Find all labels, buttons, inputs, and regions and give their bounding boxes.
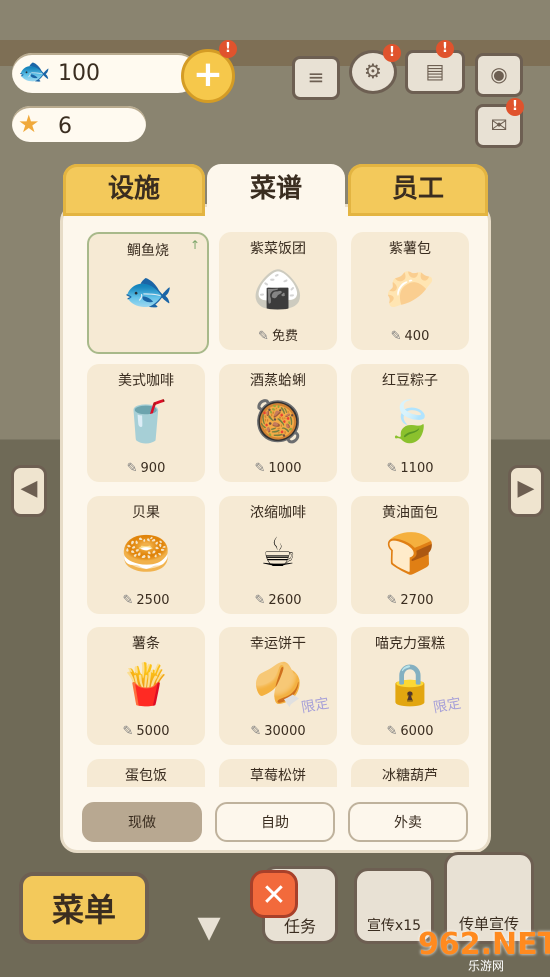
bagel-icon: 🥯 bbox=[121, 531, 171, 577]
espresso-icon: ☕ bbox=[260, 530, 296, 576]
fish-icon: ✎ bbox=[258, 329, 269, 344]
recipe-card-strawberry-muffin[interactable]: 草莓松饼 bbox=[219, 759, 337, 787]
recipe-price: ✎ 2700 bbox=[386, 593, 434, 608]
recipe-card-locked-cake[interactable]: 喵克力蛋糕 🔒 限定 ✎ 6000 bbox=[351, 627, 469, 745]
recipe-card-espresso[interactable]: 浓缩咖啡 ☕ ✎ 2600 bbox=[219, 496, 337, 614]
recipe-name: 紫薯包 bbox=[389, 241, 431, 257]
recipe-card-bagel[interactable]: 贝果 🥯 ✎ 2500 bbox=[87, 496, 205, 614]
recipe-price: ✎ 免费 bbox=[258, 329, 298, 344]
fish-icon: ✎ bbox=[126, 461, 138, 476]
watermark: 962.NET 乐游网 bbox=[418, 923, 550, 973]
taiyaki-icon: 🐟 bbox=[123, 269, 173, 315]
fish-icon: ✎ bbox=[386, 593, 398, 608]
fish-icon: ✎ bbox=[250, 724, 262, 739]
onigiri-icon: 🍙 bbox=[253, 267, 303, 313]
fish-count: 100 bbox=[58, 61, 100, 86]
recipe-name: 蛋包饭 bbox=[125, 768, 167, 784]
fish-icon: ✎ bbox=[254, 593, 266, 608]
recipe-card-purple-bun[interactable]: 紫薯包 🥟 ✎ 400 bbox=[351, 232, 469, 350]
recipe-price: ✎ 400 bbox=[390, 329, 430, 344]
fish-icon: ✎ bbox=[386, 461, 398, 476]
camera-icon[interactable]: ◉ bbox=[475, 53, 523, 97]
recipe-price: ✎ 5000 bbox=[122, 724, 170, 739]
notification-badge: ! bbox=[436, 40, 454, 58]
recipe-price: ✎ 2500 bbox=[122, 593, 170, 608]
star-icon: ★ bbox=[18, 110, 40, 138]
butter-bread-icon: 🍞 bbox=[385, 531, 435, 577]
tab-recipes[interactable]: 菜谱 bbox=[207, 164, 345, 216]
recipe-card-tanghulu[interactable]: 冰糖葫芦 bbox=[351, 759, 469, 787]
recipe-price: ✎ 30000 bbox=[250, 724, 306, 739]
fish-icon: 🐟 bbox=[18, 57, 51, 87]
chevron-down-icon[interactable]: ▼ bbox=[186, 910, 232, 945]
watermark-sub: 乐游网 bbox=[468, 959, 505, 973]
recipe-price: ✎ 2600 bbox=[254, 593, 302, 608]
recipe-price: ✎ 6000 bbox=[386, 724, 434, 739]
recipe-card-omurice[interactable]: 蛋包饭 bbox=[87, 759, 205, 787]
recipe-price: ✎ 1100 bbox=[386, 461, 434, 476]
fish-icon: ✎ bbox=[122, 724, 134, 739]
book-icon[interactable]: ▤ bbox=[405, 50, 465, 94]
star-count: 6 bbox=[58, 114, 72, 139]
limited-label: 限定 bbox=[431, 695, 463, 717]
recipe-card-clams[interactable]: 酒蒸蛤蜊 🥘 ✎ 1000 bbox=[219, 364, 337, 482]
recipe-card-taiyaki[interactable]: 鲷鱼烧 ↑ 🐟 bbox=[87, 232, 209, 354]
iced-coffee-icon: 🥤 bbox=[121, 399, 171, 445]
fish-icon: ✎ bbox=[122, 593, 134, 608]
recipe-price: ✎ 900 bbox=[126, 461, 166, 476]
recipe-price: ✎ 1000 bbox=[254, 461, 302, 476]
purple-bun-icon: 🥟 bbox=[385, 267, 435, 313]
menu-button[interactable]: 菜单 bbox=[19, 872, 149, 944]
tab-facilities[interactable]: 设施 bbox=[63, 164, 205, 216]
notification-badge: ! bbox=[506, 98, 524, 116]
clams-icon: 🥘 bbox=[253, 399, 303, 445]
notification-badge: ! bbox=[383, 44, 401, 62]
mode-delivery[interactable]: 外卖 bbox=[348, 802, 468, 842]
fish-currency-counter: 🐟 100 bbox=[12, 53, 198, 93]
recipe-name: 浓缩咖啡 bbox=[250, 505, 306, 521]
upgrade-arrow-icon: ↑ bbox=[189, 238, 200, 252]
next-arrow-icon[interactable]: ▶ bbox=[508, 465, 544, 517]
recipe-name: 贝果 bbox=[132, 505, 160, 521]
notification-badge: ! bbox=[219, 40, 237, 58]
tab-staff[interactable]: 员工 bbox=[348, 164, 488, 216]
recipe-name: 美式咖啡 bbox=[118, 373, 174, 389]
recipe-name: 黄油面包 bbox=[382, 505, 438, 521]
recipe-name: 红豆粽子 bbox=[382, 373, 438, 389]
recipe-name: 草莓松饼 bbox=[250, 768, 306, 784]
limited-label: 限定 bbox=[299, 695, 331, 717]
prev-arrow-icon[interactable]: ◀ bbox=[11, 465, 47, 517]
fries-icon: 🍟 bbox=[121, 662, 171, 708]
recipe-card-onigiri[interactable]: 紫菜饭团 🍙 ✎ 免费 bbox=[219, 232, 337, 350]
recipe-name: 喵克力蛋糕 bbox=[375, 636, 445, 652]
fish-icon: ✎ bbox=[254, 461, 266, 476]
recipe-name: 紫菜饭团 bbox=[250, 241, 306, 257]
recipe-card-butter-bread[interactable]: 黄油面包 🍞 ✎ 2700 bbox=[351, 496, 469, 614]
fish-icon: ✎ bbox=[386, 724, 398, 739]
ranking-icon[interactable]: ≡ bbox=[292, 56, 340, 100]
recipe-name: 幸运饼干 bbox=[250, 636, 306, 652]
mode-self-service[interactable]: 自助 bbox=[215, 802, 335, 842]
recipe-card-fortune-cookie[interactable]: 幸运饼干 🥠 限定 ✎ 30000 bbox=[219, 627, 337, 745]
recipe-name: 酒蒸蛤蜊 bbox=[250, 373, 306, 389]
star-counter: ★ 6 bbox=[12, 106, 146, 142]
recipe-name: 冰糖葫芦 bbox=[382, 768, 438, 784]
recipe-card-iced-coffee[interactable]: 美式咖啡 🥤 ✎ 900 bbox=[87, 364, 205, 482]
recipe-card-fries[interactable]: 薯条 🍟 ✎ 5000 bbox=[87, 627, 205, 745]
fish-icon: ✎ bbox=[390, 329, 402, 344]
recipe-name: 薯条 bbox=[132, 636, 160, 652]
recipe-card-zongzi[interactable]: 红豆粽子 🍃 ✎ 1100 bbox=[351, 364, 469, 482]
close-button[interactable]: ✕ bbox=[250, 870, 298, 918]
mode-made-to-order[interactable]: 现做 bbox=[82, 802, 202, 842]
zongzi-icon: 🍃 bbox=[385, 399, 435, 445]
